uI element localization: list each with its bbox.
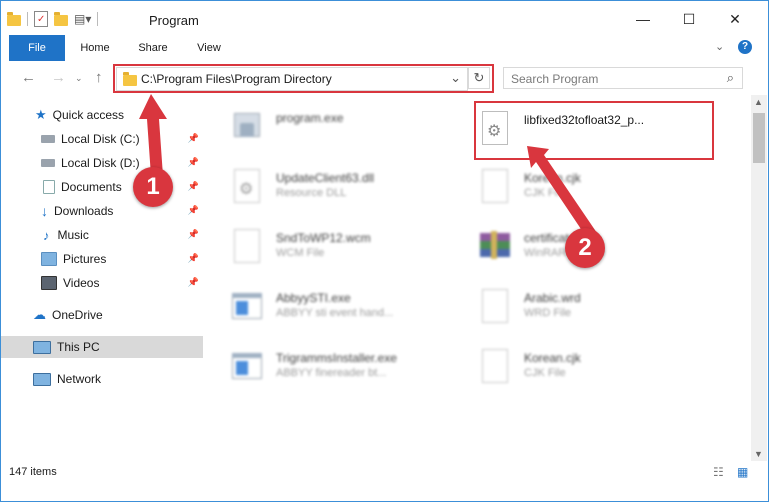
annotation-overlay <box>139 94 597 241</box>
large-icons-view-icon[interactable]: ▦ <box>737 465 748 479</box>
arrow-1-icon <box>139 94 167 176</box>
arrow-2-icon <box>527 146 597 241</box>
window-bottom-edge <box>1 487 768 501</box>
item-count: 147 items <box>9 466 57 478</box>
explorer-window: ✓ ▤▾ Program — ☐ ✕ File Home Share View … <box>0 0 769 502</box>
status-bar: 147 items ☷ ▦ <box>1 461 768 485</box>
details-view-icon[interactable]: ☷ <box>713 465 724 479</box>
step-1-badge: 1 <box>133 167 173 207</box>
step-2-badge: 2 <box>565 228 605 268</box>
